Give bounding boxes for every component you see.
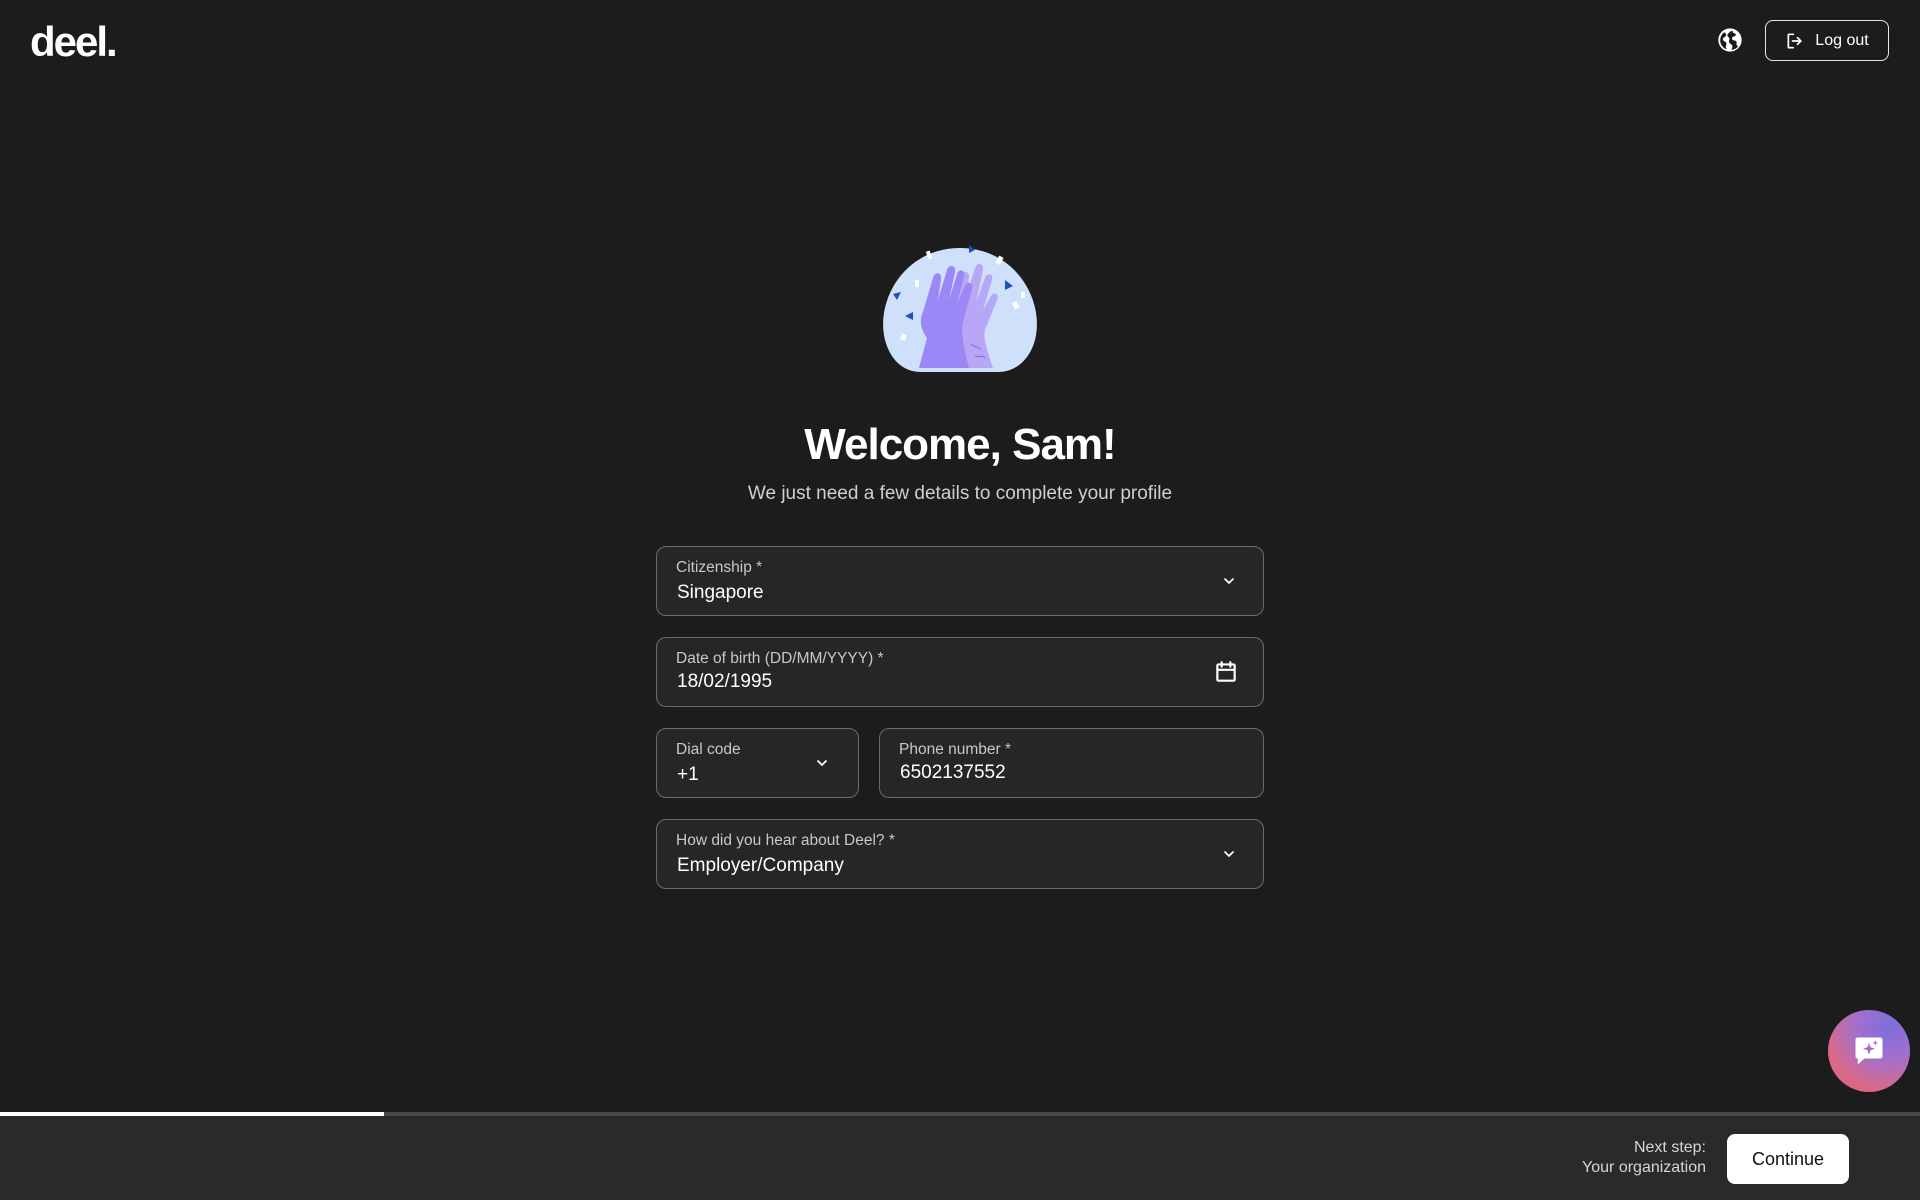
high-five-illustration — [875, 240, 1045, 380]
citizenship-value: Singapore — [677, 582, 764, 603]
dial-code-select[interactable]: Dial code +1 — [656, 728, 859, 798]
ai-chat-icon — [1855, 1037, 1883, 1065]
chevron-down-icon — [1221, 846, 1237, 862]
referral-source-select[interactable]: How did you hear about Deel? * Employer/… — [656, 819, 1264, 889]
chevron-down-icon — [814, 755, 830, 771]
phone-number-field[interactable]: Phone number * — [879, 728, 1264, 798]
chevron-down-icon — [1221, 573, 1237, 589]
page-subtitle: We just need a few details to complete y… — [747, 483, 1173, 504]
date-of-birth-input[interactable] — [677, 671, 1162, 693]
calendar-icon[interactable] — [1213, 659, 1239, 685]
footer-bar: Next step: Your organization Continue — [0, 1116, 1920, 1200]
page-title: Welcome, Sam! — [804, 420, 1116, 469]
referral-source-label: How did you hear about Deel? * — [676, 832, 895, 849]
citizenship-label: Citizenship * — [676, 559, 763, 576]
language-button[interactable] — [1714, 24, 1746, 56]
next-step-value: Your organization — [1582, 1159, 1706, 1176]
continue-button[interactable]: Continue — [1727, 1134, 1849, 1184]
logout-label: Log out — [1815, 31, 1869, 49]
referral-source-value: Employer/Company — [677, 855, 844, 876]
page: deel. Log out Welcome, Sam! We just need… — [0, 0, 1920, 1200]
logout-button[interactable]: Log out — [1765, 20, 1889, 61]
date-of-birth-field[interactable]: Date of birth (DD/MM/YYYY) * — [656, 637, 1264, 707]
globe-icon — [1718, 28, 1742, 52]
ai-assistant-button[interactable] — [1828, 1010, 1910, 1092]
phone-number-label: Phone number * — [899, 741, 1012, 758]
citizenship-select[interactable]: Citizenship * Singapore — [656, 546, 1264, 616]
logout-icon — [1787, 33, 1802, 49]
next-step-label: Next step: — [1633, 1139, 1706, 1156]
next-step-info: Next step: Your organization — [1582, 1138, 1706, 1178]
dial-code-value: +1 — [677, 764, 699, 785]
phone-number-input[interactable] — [900, 762, 1207, 784]
deel-logo[interactable]: deel. — [30, 16, 118, 68]
date-of-birth-label: Date of birth (DD/MM/YYYY) * — [676, 650, 884, 667]
dial-code-label: Dial code — [676, 741, 741, 758]
